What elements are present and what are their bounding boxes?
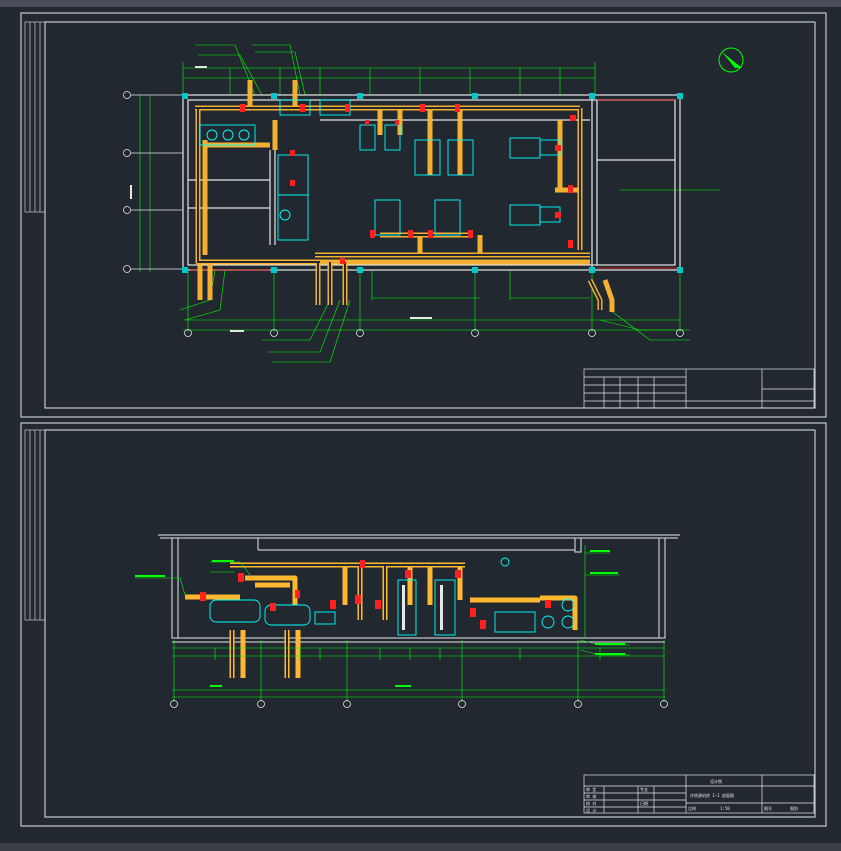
title-block-project: 设计院 xyxy=(710,778,722,784)
section-sheet: 设计院 冷热源机房 I—I 剖面图 审 定 审 核 校 对 设 计 专业 日期 … xyxy=(20,422,827,827)
title-block-footer-3: 图别 xyxy=(790,805,798,811)
section-title-text: 设计院 冷热源机房 I—I 剖面图 审 定 审 核 校 对 设 计 专业 日期 … xyxy=(586,778,798,813)
section-revision-strip xyxy=(24,429,46,621)
title-block-sign-0: 专业 xyxy=(640,786,648,792)
drawing-svg: 设计院 冷热源机房 I—I 剖面图 审 定 审 核 校 对 设 计 专业 日期 … xyxy=(20,12,827,827)
plan-revision-strip xyxy=(24,21,46,213)
section-grid-bubbles xyxy=(170,700,668,708)
title-block-row-1: 审 核 xyxy=(586,793,596,799)
plan-sheet xyxy=(20,12,827,418)
section-equipment xyxy=(209,557,575,636)
drawing-canvas[interactable]: 设计院 冷热源机房 I—I 剖面图 审 定 审 核 校 对 设 计 专业 日期 … xyxy=(0,7,841,843)
north-arrow-icon xyxy=(718,47,744,73)
title-block-row-2: 校 对 xyxy=(586,800,596,806)
title-block-footer-2: 图号 xyxy=(764,805,772,811)
title-block-sign-1: 日期 xyxy=(640,800,648,806)
title-block-footer-0: 比例 xyxy=(688,805,696,811)
title-block-drawing-title: 冷热源机房 I—I 剖面图 xyxy=(690,792,734,798)
section-valves xyxy=(200,560,551,629)
plan-pipes xyxy=(195,80,615,312)
viewer-status-bar xyxy=(0,843,841,851)
viewer-top-toolbar xyxy=(0,0,841,7)
plan-dimensions xyxy=(139,44,720,363)
title-block-row-3: 设 计 xyxy=(586,807,596,813)
section-dimensions xyxy=(135,545,665,702)
title-block-footer-1: 1:50 xyxy=(720,806,730,811)
title-block-row-0: 审 定 xyxy=(586,786,596,792)
plan-title-block xyxy=(583,368,815,409)
